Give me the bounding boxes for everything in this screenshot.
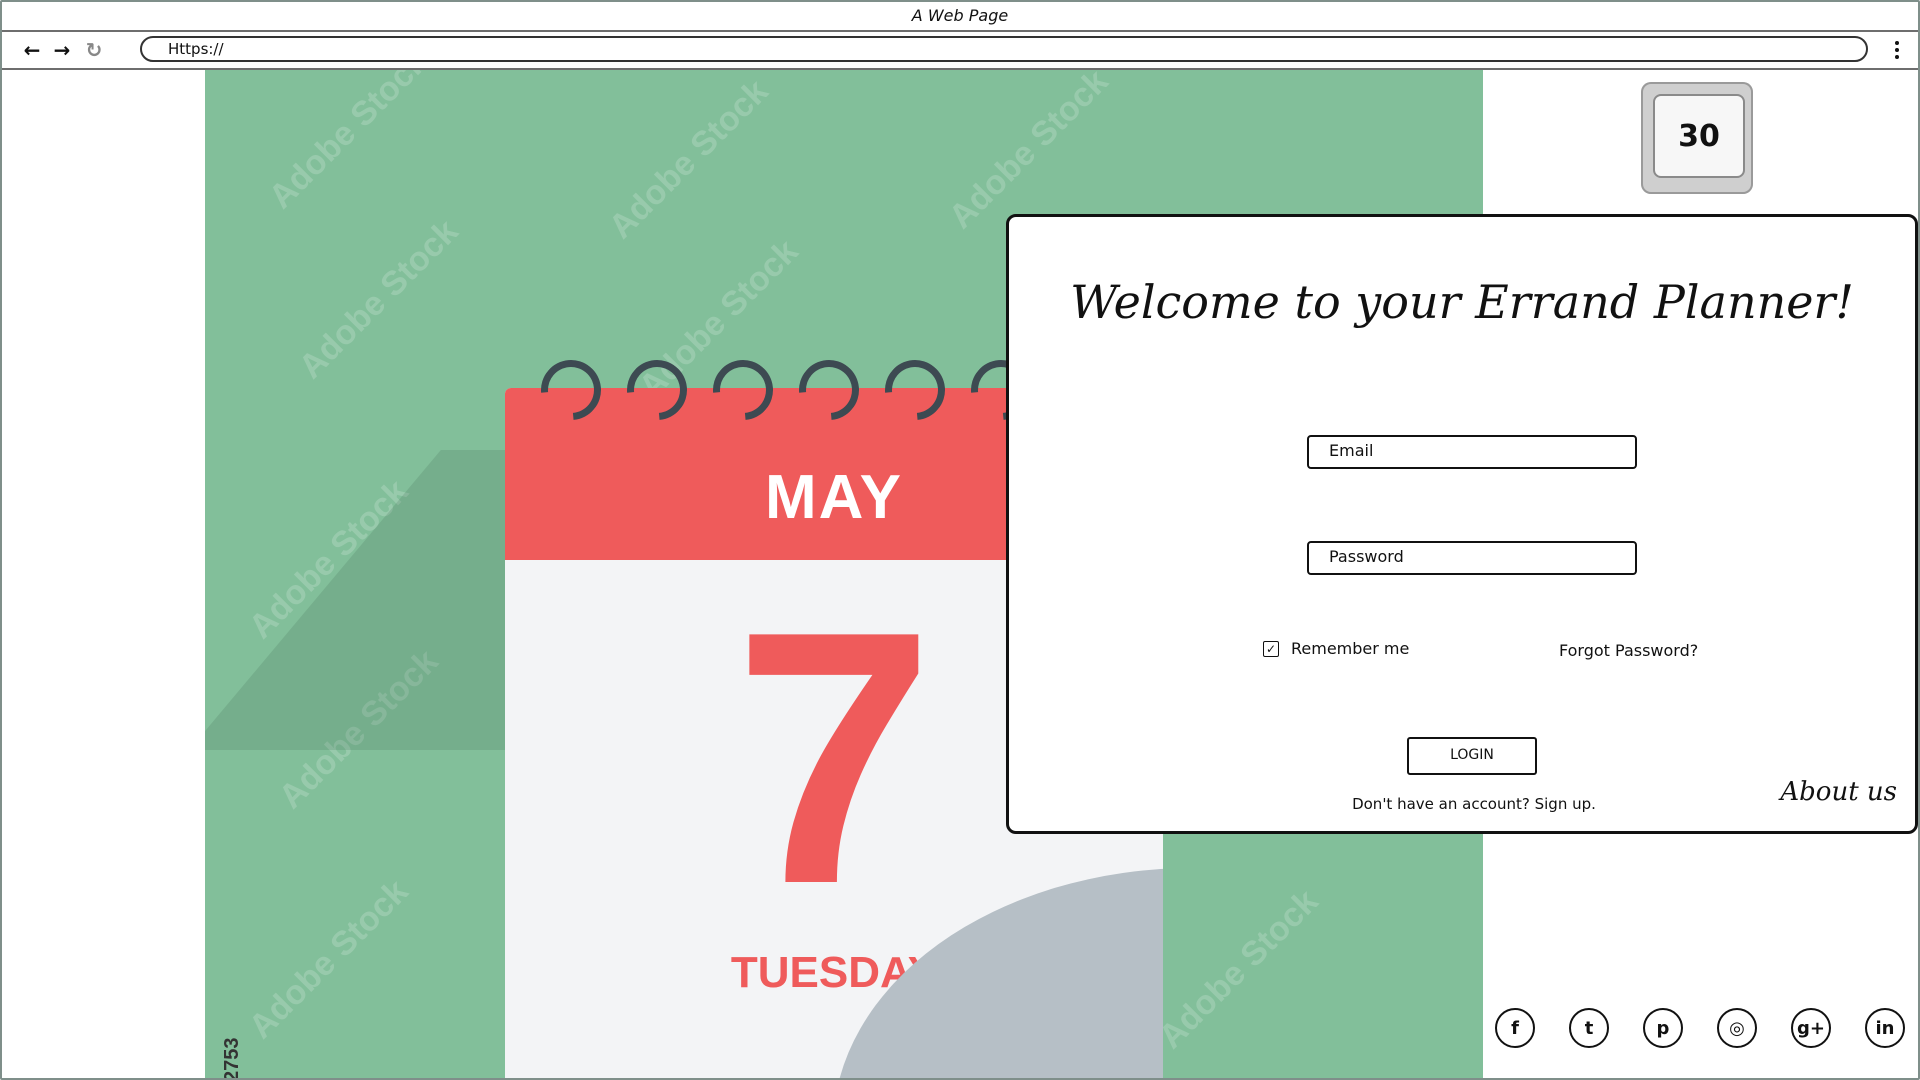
instagram-icon[interactable]: ◎ (1717, 1008, 1757, 1048)
address-bar[interactable]: Https:// (140, 36, 1868, 62)
reload-icon[interactable]: ↻ (82, 38, 106, 62)
calendar-30-icon: 30 (1653, 94, 1745, 178)
window-title: A Web Page (2, 2, 1918, 32)
watermark-text: Adobe Stock (241, 872, 416, 1047)
browser-toolbar: ← → ↻ Https:// (2, 32, 1918, 70)
forgot-password-link[interactable]: Forgot Password? (1559, 641, 1698, 660)
login-card: Welcome to your Errand Planner! Email Pa… (1006, 214, 1918, 834)
watermark-text: Adobe Stock (941, 70, 1116, 237)
watermark-text: Adobe Stock (291, 212, 466, 387)
remember-me-checkbox[interactable]: ✓ (1263, 640, 1279, 657)
remember-me-label: Remember me (1291, 639, 1410, 658)
watermark-text: Adobe Stock (1151, 882, 1326, 1057)
linkedin-icon[interactable]: in (1865, 1008, 1905, 1048)
image-id-text: 2753 (221, 1037, 243, 1080)
page-title: Welcome to your Errand Planner! (1070, 275, 1854, 329)
email-field[interactable]: Email (1307, 435, 1637, 469)
password-field[interactable]: Password (1307, 541, 1637, 575)
about-us-link[interactable]: About us (1780, 777, 1897, 807)
forward-arrow-icon[interactable]: → (50, 38, 74, 62)
back-arrow-icon[interactable]: ← (20, 38, 44, 62)
twitter-icon[interactable]: t (1569, 1008, 1609, 1048)
kebab-menu-icon[interactable] (1890, 38, 1904, 62)
login-button[interactable]: LOGIN (1407, 737, 1537, 775)
watermark-text: Adobe Stock (261, 70, 436, 217)
browser-window: A Web Page ← → ↻ Https:// Adobe Stock Ad… (0, 0, 1920, 1080)
facebook-icon[interactable]: f (1495, 1008, 1535, 1048)
app-logo[interactable]: 30 (1641, 82, 1753, 194)
google-plus-icon[interactable]: g+ (1791, 1008, 1831, 1048)
pinterest-icon[interactable]: p (1643, 1008, 1683, 1048)
remember-me[interactable]: ✓ Remember me (1263, 639, 1409, 658)
watermark-text: Adobe Stock (601, 72, 776, 247)
